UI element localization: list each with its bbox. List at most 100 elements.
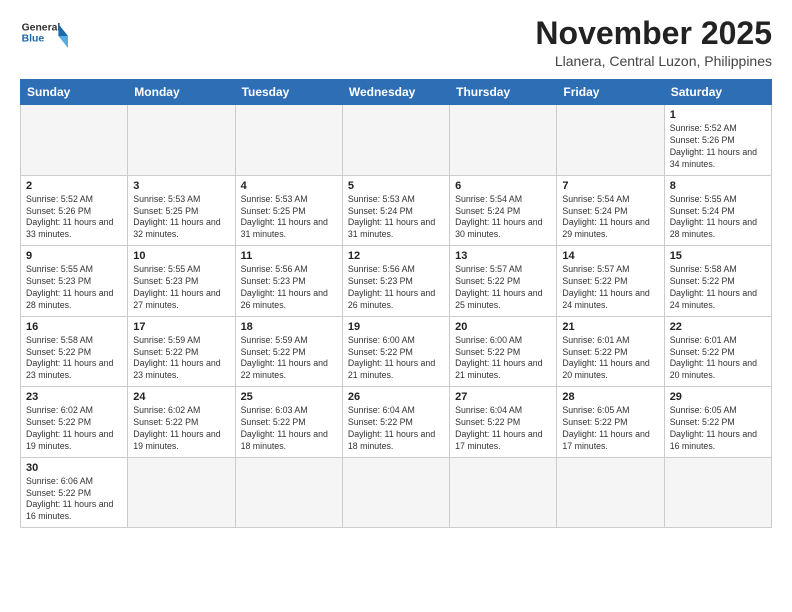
calendar-cell: 26 Sunrise: 6:04 AMSunset: 5:22 PMDayligh… (342, 387, 449, 458)
calendar-cell (450, 457, 557, 528)
col-header-wednesday: Wednesday (342, 80, 449, 105)
location: Llanera, Central Luzon, Philippines (535, 53, 772, 69)
calendar-cell (342, 105, 449, 176)
day-number: 22 (670, 321, 766, 333)
calendar-cell: 24Sunrise: 6:02 AMSunset: 5:22 PMDayligh… (128, 387, 235, 458)
calendar-cell: 22 Sunrise: 6:01 AMSunset: 5:22 PMDayligh… (664, 316, 771, 387)
calendar-cell: 15 Sunrise: 5:58 AMSunset: 5:22 PMDayligh… (664, 246, 771, 317)
calendar-week-5: 30 Sunrise: 6:06 AMSunset: 5:22 PMDayligh… (21, 457, 772, 528)
day-number: 23 (26, 391, 122, 403)
calendar-cell: 10Sunrise: 5:55 AMSunset: 5:23 PMDayligh… (128, 246, 235, 317)
day-number: 26 (348, 391, 444, 403)
calendar-cell: 19 Sunrise: 6:00 AMSunset: 5:22 PMDayligh… (342, 316, 449, 387)
calendar-cell (557, 105, 664, 176)
calendar-header-row: SundayMondayTuesdayWednesdayThursdayFrid… (21, 80, 772, 105)
calendar-cell: 28Sunrise: 6:05 AMSunset: 5:22 PMDayligh… (557, 387, 664, 458)
calendar-cell: 1Sunrise: 5:52 AMSunset: 5:26 PMDaylight… (664, 105, 771, 176)
calendar-cell: 23 Sunrise: 6:02 AMSunset: 5:22 PMDayligh… (21, 387, 128, 458)
day-info: Sunrise: 5:56 AMSunset: 5:23 PMDaylight:… (348, 264, 444, 312)
day-info: Sunrise: 5:54 AMSunset: 5:24 PMDaylight:… (455, 194, 551, 242)
day-info: Sunrise: 5:53 AMSunset: 5:25 PMDaylight:… (133, 194, 229, 242)
day-number: 7 (562, 180, 658, 192)
calendar-cell: 7 Sunrise: 5:54 AMSunset: 5:24 PMDaylight… (557, 175, 664, 246)
day-number: 5 (348, 180, 444, 192)
day-info: Sunrise: 6:02 AMSunset: 5:22 PMDaylight:… (133, 405, 229, 453)
day-info: Sunrise: 5:53 AMSunset: 5:24 PMDaylight:… (348, 194, 444, 242)
calendar-cell (664, 457, 771, 528)
calendar-cell: 9 Sunrise: 5:55 AMSunset: 5:23 PMDaylight… (21, 246, 128, 317)
day-number: 15 (670, 250, 766, 262)
day-number: 17 (133, 321, 229, 333)
calendar-cell: 20 Sunrise: 6:00 AMSunset: 5:22 PMDayligh… (450, 316, 557, 387)
calendar-week-4: 23 Sunrise: 6:02 AMSunset: 5:22 PMDayligh… (21, 387, 772, 458)
day-number: 27 (455, 391, 551, 403)
calendar-cell (557, 457, 664, 528)
day-number: 13 (455, 250, 551, 262)
col-header-friday: Friday (557, 80, 664, 105)
calendar-cell (128, 457, 235, 528)
calendar-table: SundayMondayTuesdayWednesdayThursdayFrid… (20, 79, 772, 528)
day-info: Sunrise: 5:54 AMSunset: 5:24 PMDaylight:… (562, 194, 658, 242)
day-info: Sunrise: 6:03 AMSunset: 5:22 PMDaylight:… (241, 405, 337, 453)
calendar-cell: 12Sunrise: 5:56 AMSunset: 5:23 PMDayligh… (342, 246, 449, 317)
title-block: November 2025 Llanera, Central Luzon, Ph… (535, 16, 772, 69)
day-number: 10 (133, 250, 229, 262)
day-number: 8 (670, 180, 766, 192)
col-header-monday: Monday (128, 80, 235, 105)
day-info: Sunrise: 6:05 AMSunset: 5:22 PMDaylight:… (670, 405, 766, 453)
calendar-cell: 3 Sunrise: 5:53 AMSunset: 5:25 PMDaylight… (128, 175, 235, 246)
day-info: Sunrise: 6:01 AMSunset: 5:22 PMDaylight:… (670, 335, 766, 383)
day-info: Sunrise: 6:00 AMSunset: 5:22 PMDaylight:… (348, 335, 444, 383)
day-info: Sunrise: 6:04 AMSunset: 5:22 PMDaylight:… (455, 405, 551, 453)
day-info: Sunrise: 6:02 AMSunset: 5:22 PMDaylight:… (26, 405, 122, 453)
day-info: Sunrise: 5:53 AMSunset: 5:25 PMDaylight:… (241, 194, 337, 242)
day-info: Sunrise: 5:55 AMSunset: 5:23 PMDaylight:… (26, 264, 122, 312)
day-info: Sunrise: 5:59 AMSunset: 5:22 PMDaylight:… (133, 335, 229, 383)
day-number: 2 (26, 180, 122, 192)
day-number: 4 (241, 180, 337, 192)
calendar-cell: 2Sunrise: 5:52 AMSunset: 5:26 PMDaylight… (21, 175, 128, 246)
calendar-week-1: 2Sunrise: 5:52 AMSunset: 5:26 PMDaylight… (21, 175, 772, 246)
day-number: 28 (562, 391, 658, 403)
day-number: 21 (562, 321, 658, 333)
day-number: 14 (562, 250, 658, 262)
day-info: Sunrise: 5:58 AMSunset: 5:22 PMDaylight:… (26, 335, 122, 383)
calendar-cell: 5 Sunrise: 5:53 AMSunset: 5:24 PMDaylight… (342, 175, 449, 246)
day-number: 16 (26, 321, 122, 333)
header: General Blue November 2025 Llanera, Cent… (20, 16, 772, 69)
day-info: Sunrise: 6:04 AMSunset: 5:22 PMDaylight:… (348, 405, 444, 453)
calendar-week-3: 16 Sunrise: 5:58 AMSunset: 5:22 PMDayligh… (21, 316, 772, 387)
calendar-cell (128, 105, 235, 176)
day-number: 19 (348, 321, 444, 333)
calendar-cell: 6Sunrise: 5:54 AMSunset: 5:24 PMDaylight… (450, 175, 557, 246)
day-info: Sunrise: 6:06 AMSunset: 5:22 PMDaylight:… (26, 476, 122, 524)
calendar-week-2: 9 Sunrise: 5:55 AMSunset: 5:23 PMDaylight… (21, 246, 772, 317)
day-number: 29 (670, 391, 766, 403)
col-header-thursday: Thursday (450, 80, 557, 105)
month-title: November 2025 (535, 16, 772, 51)
col-header-tuesday: Tuesday (235, 80, 342, 105)
day-number: 1 (670, 109, 766, 121)
logo-svg: General Blue (20, 16, 68, 52)
day-number: 18 (241, 321, 337, 333)
col-header-saturday: Saturday (664, 80, 771, 105)
calendar-cell (235, 105, 342, 176)
calendar-cell: 4 Sunrise: 5:53 AMSunset: 5:25 PMDaylight… (235, 175, 342, 246)
day-info: Sunrise: 6:00 AMSunset: 5:22 PMDaylight:… (455, 335, 551, 383)
day-info: Sunrise: 5:57 AMSunset: 5:22 PMDaylight:… (455, 264, 551, 312)
day-number: 3 (133, 180, 229, 192)
day-info: Sunrise: 5:59 AMSunset: 5:22 PMDaylight:… (241, 335, 337, 383)
calendar-cell: 25Sunrise: 6:03 AMSunset: 5:22 PMDayligh… (235, 387, 342, 458)
calendar-cell (235, 457, 342, 528)
day-info: Sunrise: 5:58 AMSunset: 5:22 PMDaylight:… (670, 264, 766, 312)
day-number: 20 (455, 321, 551, 333)
svg-text:Blue: Blue (22, 34, 45, 45)
calendar-cell: 13 Sunrise: 5:57 AMSunset: 5:22 PMDayligh… (450, 246, 557, 317)
calendar-cell: 17 Sunrise: 5:59 AMSunset: 5:22 PMDayligh… (128, 316, 235, 387)
calendar-cell: 16 Sunrise: 5:58 AMSunset: 5:22 PMDayligh… (21, 316, 128, 387)
calendar-cell: 8Sunrise: 5:55 AMSunset: 5:24 PMDaylight… (664, 175, 771, 246)
day-number: 30 (26, 462, 122, 474)
calendar-cell: 11Sunrise: 5:56 AMSunset: 5:23 PMDayligh… (235, 246, 342, 317)
day-number: 9 (26, 250, 122, 262)
calendar-cell: 30 Sunrise: 6:06 AMSunset: 5:22 PMDayligh… (21, 457, 128, 528)
